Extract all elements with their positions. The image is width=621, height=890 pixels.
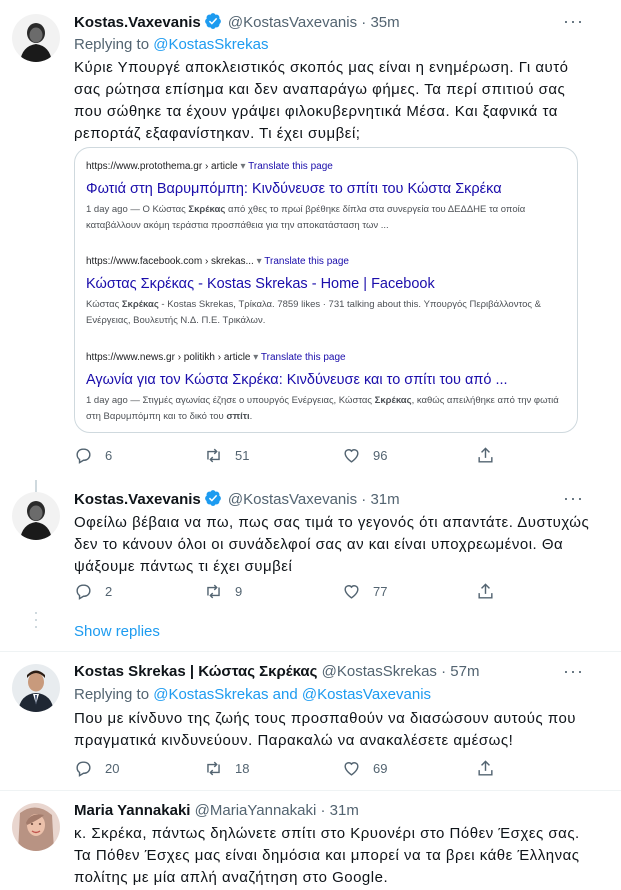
- image-card-search-results[interactable]: https://www.protothema.gr › article ▾ Tr…: [74, 147, 578, 433]
- retweet-count: 9: [235, 583, 243, 599]
- separator-dot: ·: [441, 663, 447, 680]
- translate-link: Translate this page: [260, 352, 346, 363]
- more-options-icon[interactable]: ···: [563, 662, 583, 684]
- result-snippet: 1 day ago — Στιγμές αγωνίας έζησε ο υπου…: [86, 395, 559, 422]
- avatar[interactable]: [12, 803, 60, 851]
- author-name[interactable]: Kostas Skrekas | Κώστας Σκρέκας: [74, 663, 317, 680]
- avatar[interactable]: [12, 14, 60, 62]
- retweet-icon: [207, 584, 220, 598]
- reply-icon: [76, 447, 91, 464]
- thread-connector: [35, 480, 37, 492]
- result-url: https://www.facebook.com › skrekas...: [86, 256, 254, 267]
- like-button[interactable]: 77: [342, 581, 387, 601]
- tweet-text: Κύριε Υπουργέ αποκλειστικός σκοπός μας ε…: [74, 59, 569, 142]
- verified-badge-icon: [204, 490, 221, 506]
- author-handle[interactable]: @KostasSkrekas: [322, 663, 437, 680]
- result-url: https://www.news.gr › politikh › article: [86, 352, 251, 363]
- heart-icon: [344, 584, 359, 599]
- tweet-text: Που με κίνδυνο της ζωής τους προσπαθούν …: [74, 710, 577, 749]
- more-options-icon[interactable]: ···: [563, 12, 583, 34]
- show-replies-link[interactable]: Show replies: [74, 622, 160, 642]
- retweet-count: 18: [235, 760, 250, 776]
- retweet-button[interactable]: 9: [204, 581, 242, 601]
- retweet-icon: [207, 448, 220, 462]
- like-count: 69: [373, 760, 388, 776]
- reply-count: 6: [105, 447, 113, 463]
- reply-button[interactable]: 20: [74, 758, 119, 778]
- mention-link[interactable]: @KostasSkrekas and @KostasVaxevanis: [153, 686, 431, 703]
- mention-link[interactable]: @KostasSkrekas: [153, 36, 268, 53]
- author-handle[interactable]: @KostasVaxevanis: [228, 14, 357, 31]
- heart-icon: [344, 448, 359, 463]
- search-result[interactable]: https://www.protothema.gr › article ▾ Tr…: [86, 160, 566, 234]
- separator-dot: ·: [361, 491, 367, 508]
- like-count: 77: [373, 583, 388, 599]
- result-title: Αγωνία για τον Κώστα Σκρέκα: Κινδύνευσε …: [86, 372, 508, 388]
- author-name[interactable]: Kostas.Vaxevanis: [74, 491, 201, 508]
- reply-count: 2: [105, 583, 113, 599]
- result-snippet: Κώστας Σκρέκας - Kostas Skrekas, Τρίκαλα…: [86, 299, 541, 326]
- reply-button[interactable]: 2: [74, 581, 112, 601]
- replying-to: Replying to @KostasSkrekas: [74, 35, 269, 55]
- timestamp[interactable]: 31m: [330, 802, 359, 819]
- separator-dot: ·: [361, 14, 367, 31]
- share-icon: [478, 582, 493, 599]
- retweet-button[interactable]: 18: [204, 758, 249, 778]
- share-button[interactable]: [476, 581, 495, 601]
- timestamp[interactable]: 57m: [450, 663, 479, 680]
- author-handle[interactable]: @MariaYannakaki: [195, 802, 317, 819]
- result-title: Φωτιά στη Βαρυμπόμπη: Κινδύνευσε το σπίτ…: [86, 181, 502, 197]
- like-button[interactable]: 69: [342, 758, 387, 778]
- result-snippet: 1 day ago — Ο Κώστας Σκρέκας από χθες το…: [86, 204, 526, 231]
- search-result[interactable]: https://www.facebook.com › skrekas... ▾ …: [86, 255, 566, 329]
- tweet-4[interactable]: Maria Yannakaki @MariaYannakaki · 31m κ.…: [0, 791, 621, 890]
- share-icon: [478, 759, 493, 776]
- avatar[interactable]: [12, 492, 60, 540]
- more-options-icon[interactable]: ···: [563, 489, 583, 511]
- retweet-icon: [207, 761, 220, 775]
- share-icon: [478, 446, 493, 463]
- reply-icon: [76, 760, 91, 777]
- tweet-1[interactable]: Kostas.Vaxevanis @KostasVaxevanis · 35m …: [0, 0, 621, 480]
- replying-label: Replying to: [74, 36, 154, 53]
- translate-link: Translate this page: [248, 161, 333, 172]
- share-button[interactable]: [476, 758, 495, 778]
- search-result[interactable]: https://www.news.gr › politikh › article…: [86, 351, 566, 425]
- retweet-button[interactable]: 51: [204, 445, 249, 465]
- avatar[interactable]: [12, 664, 60, 712]
- retweet-count: 51: [235, 447, 250, 463]
- thread-dots: [35, 612, 37, 628]
- like-count: 96: [373, 447, 388, 463]
- replying-label: Replying to: [74, 686, 154, 703]
- timestamp[interactable]: 35m: [370, 14, 399, 31]
- tweet-actions: 6 51 96: [74, 445, 514, 465]
- timestamp[interactable]: 31m: [370, 491, 399, 508]
- translate-link: Translate this page: [264, 256, 349, 267]
- tweet-actions: 20 18 69: [74, 758, 514, 778]
- reply-button[interactable]: 6: [74, 445, 112, 465]
- heart-icon: [344, 761, 359, 776]
- result-title: Κώστας Σκρέκας - Kostas Skrekas - Home |…: [86, 276, 435, 292]
- like-button[interactable]: 96: [342, 445, 387, 465]
- reply-icon: [76, 583, 91, 600]
- reply-count: 20: [105, 760, 120, 776]
- separator-dot: ·: [320, 802, 326, 819]
- tweet-text: Οφείλω βέβαια να πω, πως σας τιμά το γεγ…: [74, 514, 590, 575]
- tweet-3[interactable]: Kostas Skrekas | Κώστας Σκρέκας @KostasS…: [0, 652, 621, 790]
- result-url: https://www.protothema.gr › article: [86, 161, 238, 172]
- author-name[interactable]: Kostas.Vaxevanis: [74, 14, 201, 31]
- share-button[interactable]: [476, 445, 495, 465]
- tweet-text: κ. Σκρέκα, πάντως δηλώνετε σπίτι στο Κρυ…: [74, 825, 580, 886]
- replying-to: Replying to @KostasSkrekas and @KostasVa…: [74, 685, 431, 705]
- tweet-actions: 2 9 77: [74, 581, 514, 601]
- author-name[interactable]: Maria Yannakaki: [74, 802, 190, 819]
- author-handle[interactable]: @KostasVaxevanis: [228, 491, 357, 508]
- verified-badge-icon: [204, 13, 221, 29]
